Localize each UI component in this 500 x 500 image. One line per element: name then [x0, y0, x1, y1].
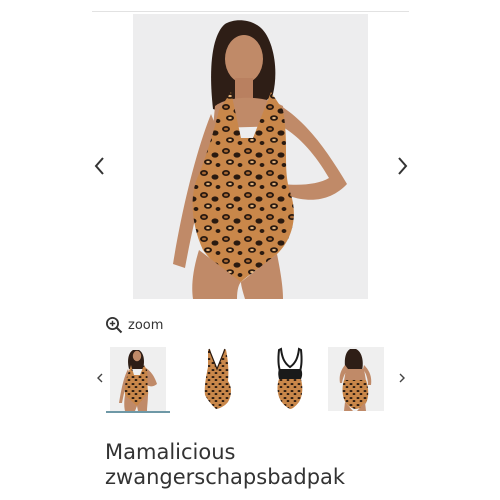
thumbnail-model-front[interactable]	[110, 347, 166, 411]
magnifier-plus-icon	[106, 317, 123, 334]
zoom-label: zoom	[128, 317, 164, 333]
thumbnail-product-front[interactable]	[190, 347, 246, 411]
thumbnail-prev-icon[interactable]	[94, 370, 106, 386]
thumbnail-active-indicator	[106, 411, 170, 413]
top-divider	[92, 11, 409, 12]
thumbnail-product-back[interactable]	[262, 347, 318, 411]
thumbnail-next-icon[interactable]	[396, 370, 408, 386]
product-title: Mamalicious zwangerschapsbadpak	[105, 440, 346, 489]
zoom-button[interactable]: zoom	[105, 314, 163, 336]
thumbnail-model-back[interactable]	[328, 347, 384, 411]
chevron-right-icon[interactable]	[391, 151, 413, 181]
chevron-left-icon[interactable]	[89, 151, 111, 181]
main-product-image[interactable]	[133, 14, 368, 299]
